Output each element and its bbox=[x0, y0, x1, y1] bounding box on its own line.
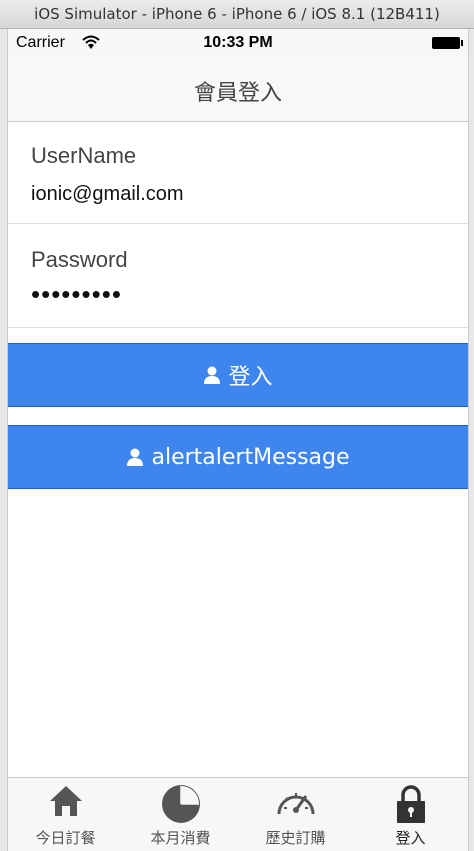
tab-label: 今日訂餐 bbox=[35, 829, 96, 847]
device-screen: Carrier 10:33 PM 會員登入 UserName ionic@gma… bbox=[7, 29, 469, 851]
tab-label: 本月消費 bbox=[150, 829, 211, 847]
nav-bar: 會員登入 bbox=[8, 57, 468, 122]
clock: 10:33 PM bbox=[203, 34, 273, 51]
tab-label: 歷史訂購 bbox=[265, 829, 326, 847]
person-icon bbox=[204, 366, 221, 384]
simulator-frame-left bbox=[0, 29, 7, 851]
home-icon bbox=[49, 786, 82, 816]
password-field[interactable]: Password ••••••••• bbox=[8, 225, 468, 328]
login-button[interactable]: 登入 bbox=[8, 343, 468, 407]
battery-icon bbox=[432, 37, 463, 49]
login-button-label: 登入 bbox=[228, 365, 273, 390]
tab-login[interactable]: 登入 bbox=[353, 778, 468, 851]
tab-order-today[interactable]: 今日訂餐 bbox=[8, 778, 123, 851]
username-input[interactable]: ionic@gmail.com bbox=[31, 183, 184, 206]
password-label: Password bbox=[31, 247, 128, 272]
status-bar: Carrier 10:33 PM bbox=[8, 29, 468, 57]
username-label: UserName bbox=[31, 143, 137, 168]
person-icon bbox=[127, 448, 144, 466]
speedometer-icon bbox=[277, 793, 314, 815]
username-field[interactable]: UserName ionic@gmail.com bbox=[8, 121, 468, 224]
tab-label: 登入 bbox=[395, 829, 426, 847]
window-title: iOS Simulator - iPhone 6 - iPhone 6 / iO… bbox=[0, 0, 474, 29]
alert-message-button[interactable]: alertalertMessage bbox=[8, 425, 468, 489]
tab-order-history[interactable]: 歷史訂購 bbox=[238, 778, 353, 851]
pie-chart-icon bbox=[161, 785, 200, 823]
lock-icon bbox=[396, 785, 425, 823]
page-title: 會員登入 bbox=[193, 81, 282, 106]
tab-bar: 今日訂餐 本月消費 歷史訂購 登入 bbox=[8, 777, 468, 851]
password-input[interactable]: ••••••••• bbox=[31, 279, 122, 310]
tab-monthly-spend[interactable]: 本月消費 bbox=[123, 778, 238, 851]
alert-button-label: alertalertMessage bbox=[151, 444, 350, 470]
